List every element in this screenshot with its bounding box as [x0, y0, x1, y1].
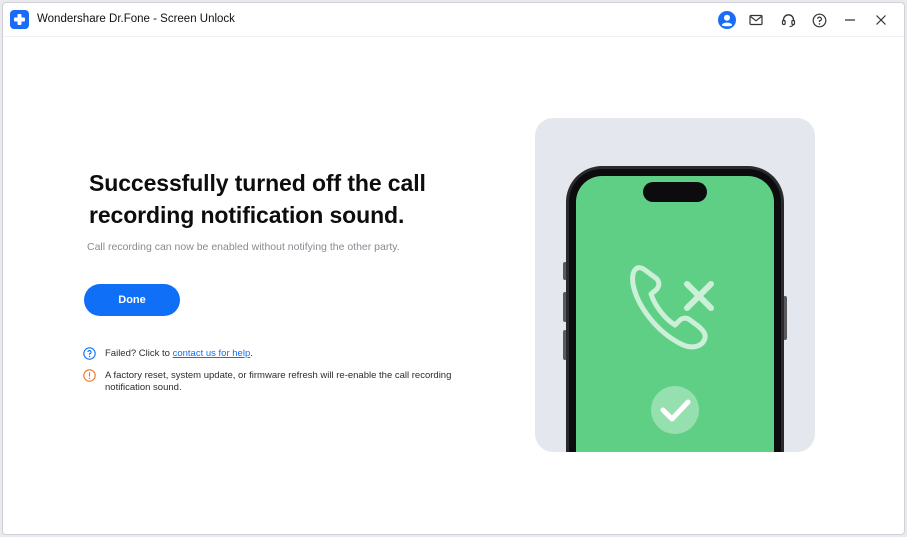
success-check-icon	[651, 386, 699, 434]
warning-icon	[83, 369, 96, 382]
contact-us-link[interactable]: contact us for help	[173, 348, 251, 359]
page-title: Successfully turned off the call recordi…	[89, 170, 426, 228]
help-icon	[812, 13, 826, 27]
page-subtitle: Call recording can now be enabled withou…	[87, 241, 400, 253]
support-button[interactable]	[777, 9, 799, 31]
close-button[interactable]	[870, 9, 892, 31]
question-icon	[83, 347, 96, 360]
window-title: Wondershare Dr.Fone - Screen Unlock	[37, 13, 235, 25]
warning-row: A factory reset, system update, or firmw…	[83, 369, 463, 394]
mail-button[interactable]	[745, 9, 767, 31]
help-button[interactable]	[808, 9, 830, 31]
mail-icon	[749, 14, 763, 26]
account-icon	[718, 11, 736, 29]
help-text: Failed? Click to contact us for help.	[105, 348, 253, 360]
phone-illustration	[535, 118, 815, 452]
warning-text: A factory reset, system update, or firmw…	[105, 370, 452, 393]
app-logo	[10, 10, 29, 29]
phone-graphic	[563, 166, 787, 452]
close-icon	[876, 15, 886, 25]
minimize-icon	[845, 19, 855, 21]
account-button[interactable]	[716, 9, 738, 31]
support-headset-icon	[781, 13, 795, 27]
help-suffix: .	[250, 348, 253, 359]
title-bar: Wondershare Dr.Fone - Screen Unlock	[3, 3, 904, 37]
help-row: Failed? Click to contact us for help.	[83, 347, 253, 360]
done-button[interactable]: Done	[84, 284, 180, 316]
minimize-button[interactable]	[839, 9, 861, 31]
app-window: Wondershare Dr.Fone - Screen Unlock Succ…	[2, 2, 905, 535]
help-prefix: Failed? Click to	[105, 348, 173, 359]
